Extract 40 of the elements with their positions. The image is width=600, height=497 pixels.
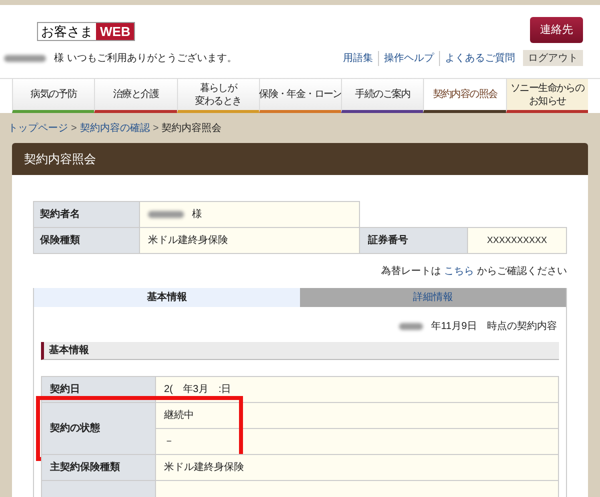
header-link[interactable]: よくあるご質問 [439,50,520,66]
header-link[interactable]: 用語集 [338,50,378,66]
table-cell: XXXXXXXXXX [468,227,567,254]
logo: お客さま WEB [37,22,136,41]
table-header-cell: 契約の状態 [41,402,156,455]
nav-tab[interactable]: ソニー生命からの お知らせ [506,79,588,113]
nav-tab[interactable]: 契約内容の照会 [423,79,506,113]
table-header-cell: 契約者名 [33,201,140,228]
table-header-cell: 保険種類 [33,227,140,254]
nav-tab[interactable]: 暮らしが 変わるとき [176,79,259,113]
card-title: 契約内容照会 [12,143,588,175]
breadcrumb-separator: > [70,122,78,136]
nav-tab[interactable]: 治療と介護 [94,79,177,113]
table-cell: 2( 年3月 :日 [156,376,559,403]
breadcrumb-separator: > [152,122,160,136]
section-title: 基本情報 [41,342,559,360]
rate-note: 為替レートは こちら からご確認ください [380,264,567,279]
nav-tab[interactable]: 病気の予防 [12,79,94,113]
header-link[interactable]: 操作ヘルプ [378,50,439,66]
breadcrumb-link[interactable]: トップページ [8,120,68,136]
table-cell: － [156,428,559,455]
redacted-mark [148,211,184,218]
cell-text: 様 [192,208,202,222]
table-cell: 米ドル建終身保険 [156,454,559,481]
contact-button[interactable]: 連絡先 [530,17,583,43]
as-of-date: 年11月9日 時点の契約内容 [431,320,557,334]
redacted-mark [4,54,46,62]
info-tab[interactable]: 基本情報 [34,288,300,307]
nav-tab[interactable]: 手続のご案内 [341,79,424,113]
greeting-text: 様 いつもご利用ありがとうございます。 [54,52,237,66]
table-header-cell: 証券番号 [360,227,468,254]
redacted-mark [399,323,424,330]
rate-link[interactable]: こちら [441,266,477,277]
logout-button[interactable]: ログアウト [523,50,583,66]
breadcrumb-current: 契約内容照会 [162,122,222,136]
info-tab[interactable]: 詳細情報 [300,288,566,307]
table-header-cell: 主契約保険種類 [41,454,156,481]
cell-text: 米ドル建終身保険 [148,234,228,248]
table-cell: 継続中 [156,402,559,429]
breadcrumb-link[interactable]: 契約内容の確認 [80,120,150,136]
